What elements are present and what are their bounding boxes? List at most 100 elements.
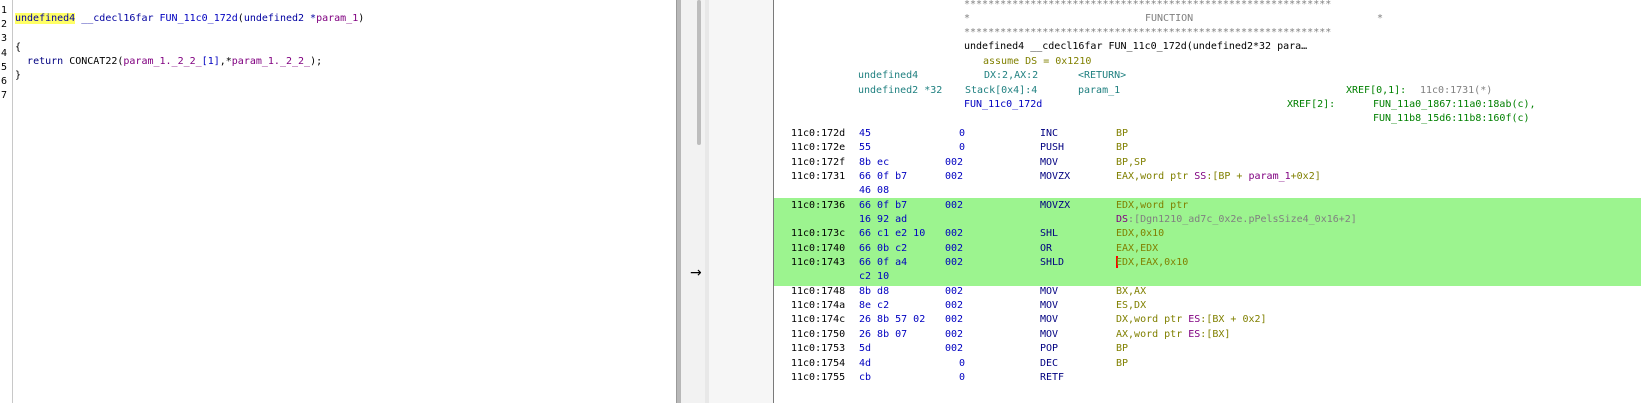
address[interactable]: 11c0:172f [791, 155, 845, 170]
operands-continued[interactable]: DS:[Dgn1210_ad7c_0x2e.pPelsSize4_0x16+2] [1116, 212, 1357, 227]
bytes: 66 0b c2 [859, 243, 908, 254]
mnemonic[interactable]: INC [1040, 126, 1058, 141]
data-reference[interactable]: :[Dgn1210_ad7c_0x2e.pPelsSize4_0x16+2] [1128, 214, 1357, 225]
mnemonic[interactable]: MOVZX [1040, 198, 1070, 213]
stack-depth: 002 [945, 200, 964, 211]
code-line-open-brace[interactable]: { [15, 40, 21, 55]
address[interactable]: 11c0:1743 [791, 255, 845, 270]
field-token[interactable]: param_1._2_2_ [232, 56, 310, 67]
bytes: 8e c2 [859, 300, 890, 311]
operand-text[interactable]: EDX,EAX,0x10 [1116, 257, 1188, 268]
mnemonic[interactable]: RETF [1040, 370, 1064, 385]
param-type[interactable]: undefined2 *32 [858, 83, 942, 98]
mnemonic[interactable]: DEC [1040, 356, 1058, 371]
param-storage: Stack[0x4]:4 [965, 85, 1038, 96]
segment-register[interactable]: DS [1116, 214, 1128, 225]
stack-depth: 0 [959, 142, 966, 153]
line-number: 4 [1, 48, 8, 59]
address[interactable]: 11c0:1731 [791, 169, 845, 184]
operands[interactable]: ES,DX [1116, 298, 1146, 313]
xref-value[interactable]: FUN_11b8_15d6:11b8:160f(c) [1373, 111, 1530, 126]
operands[interactable]: EDX,word ptr [1116, 198, 1188, 213]
address[interactable]: 11c0:172d [791, 126, 845, 141]
code-line-close-brace[interactable]: } [15, 68, 21, 83]
scrollbar-thumb[interactable] [697, 0, 701, 145]
stack-depth: 002 [945, 343, 964, 354]
bytes: 8b ec [859, 157, 890, 168]
bytes: 5d [859, 343, 872, 354]
return-name[interactable]: <RETURN> [1078, 68, 1126, 83]
return-keyword[interactable]: return [27, 56, 63, 67]
bytes: 66 0f b7 [859, 200, 908, 211]
function-name-token[interactable]: FUN_11c0_172d [160, 13, 238, 24]
function-signature[interactable]: undefined4 __cdecl16far FUN_11c0_172d(un… [964, 39, 1307, 54]
mnemonic[interactable]: MOVZX [1040, 169, 1070, 184]
param-type-token[interactable]: undefined2 * [244, 13, 316, 24]
mnemonic[interactable]: MOV [1040, 284, 1058, 299]
sync-bar [681, 0, 705, 403]
function-label[interactable]: FUN_11c0_172d [964, 97, 1042, 112]
segment-register[interactable]: ES [1188, 314, 1200, 325]
segment-register[interactable]: ES [1188, 329, 1200, 340]
operand-text: :[BX + 0x2] [1200, 314, 1267, 325]
operands[interactable]: BP [1116, 140, 1128, 155]
mnemonic[interactable]: OR [1040, 241, 1052, 256]
mnemonic[interactable]: MOV [1040, 298, 1058, 313]
address[interactable]: 11c0:172e [791, 140, 845, 155]
mnemonic[interactable]: MOV [1040, 155, 1058, 170]
stack-depth: 002 [945, 329, 964, 340]
operands[interactable]: EAX,EDX [1116, 241, 1158, 256]
address[interactable]: 11c0:1736 [791, 198, 845, 213]
mnemonic[interactable]: MOV [1040, 327, 1058, 342]
bytes: 45 [859, 128, 872, 139]
code-line-return[interactable]: return CONCAT22(param_1._2_2_[1],*param_… [15, 54, 322, 69]
operands[interactable]: AX,word ptr ES:[BX] [1116, 327, 1230, 342]
operands[interactable]: BP [1116, 356, 1128, 371]
address[interactable]: 11c0:1753 [791, 341, 845, 356]
decompiler-panel[interactable]: 1 2 3 4 5 6 7 undefined4 __cdecl16far FU… [0, 0, 676, 403]
bytes-continued: 16 92 ad [859, 214, 908, 225]
stack-depth: 002 [945, 257, 964, 268]
operands[interactable]: EAX,word ptr SS:[BP + param_1+0x2] [1116, 169, 1321, 184]
mnemonic[interactable]: POP [1040, 341, 1058, 356]
calling-convention-token[interactable]: __cdecl16far [75, 13, 159, 24]
line-number: 7 [1, 90, 8, 101]
address[interactable]: 11c0:1755 [791, 370, 845, 385]
line-number: 2 [1, 19, 8, 30]
address[interactable]: 11c0:1750 [791, 327, 845, 342]
line-number: 3 [1, 33, 8, 44]
address[interactable]: 11c0:173c [791, 226, 845, 241]
param-name[interactable]: param_1 [1078, 83, 1120, 98]
param-name-token[interactable]: param_1 [316, 13, 358, 24]
xref-value[interactable]: 11c0:1731(*) [1420, 83, 1492, 98]
index-token[interactable]: [1] [202, 56, 220, 67]
operands[interactable]: BX,AX [1116, 284, 1146, 299]
address[interactable]: 11c0:1748 [791, 284, 845, 299]
operands[interactable]: EDX,0x10 [1116, 226, 1164, 241]
concat-call-token[interactable]: CONCAT22( [63, 56, 123, 67]
return-type-token[interactable]: undefined4 [15, 13, 76, 24]
field-token[interactable]: param_1._2_2_ [123, 56, 201, 67]
operands[interactable]: DX,word ptr ES:[BX + 0x2] [1116, 312, 1267, 327]
return-type[interactable]: undefined4 [858, 68, 918, 83]
mnemonic[interactable]: SHLD [1040, 255, 1064, 270]
address[interactable]: 11c0:1740 [791, 241, 845, 256]
line-number: 1 [1, 5, 8, 16]
operands[interactable]: BP [1116, 341, 1128, 356]
listing-panel[interactable]: ****************************************… [709, 0, 1641, 403]
address[interactable]: 11c0:174a [791, 298, 845, 313]
operands[interactable]: EDX,EAX,0x10 [1116, 255, 1188, 270]
mnemonic[interactable]: MOV [1040, 312, 1058, 327]
bytes: 4d [859, 358, 872, 369]
xref-value[interactable]: FUN_11a0_1867:11a0:18ab(c), [1373, 97, 1536, 112]
address[interactable]: 11c0:174c [791, 312, 845, 327]
param-reference[interactable]: param_1 [1248, 171, 1290, 182]
mnemonic[interactable]: SHL [1040, 226, 1058, 241]
address[interactable]: 11c0:1754 [791, 356, 845, 371]
mnemonic[interactable]: PUSH [1040, 140, 1064, 155]
stack-depth: 0 [959, 372, 966, 383]
segment-register[interactable]: SS [1194, 171, 1206, 182]
operands[interactable]: BP [1116, 126, 1128, 141]
code-line-signature[interactable]: undefined4 __cdecl16far FUN_11c0_172d(un… [15, 11, 364, 26]
operands[interactable]: BP,SP [1116, 155, 1146, 170]
